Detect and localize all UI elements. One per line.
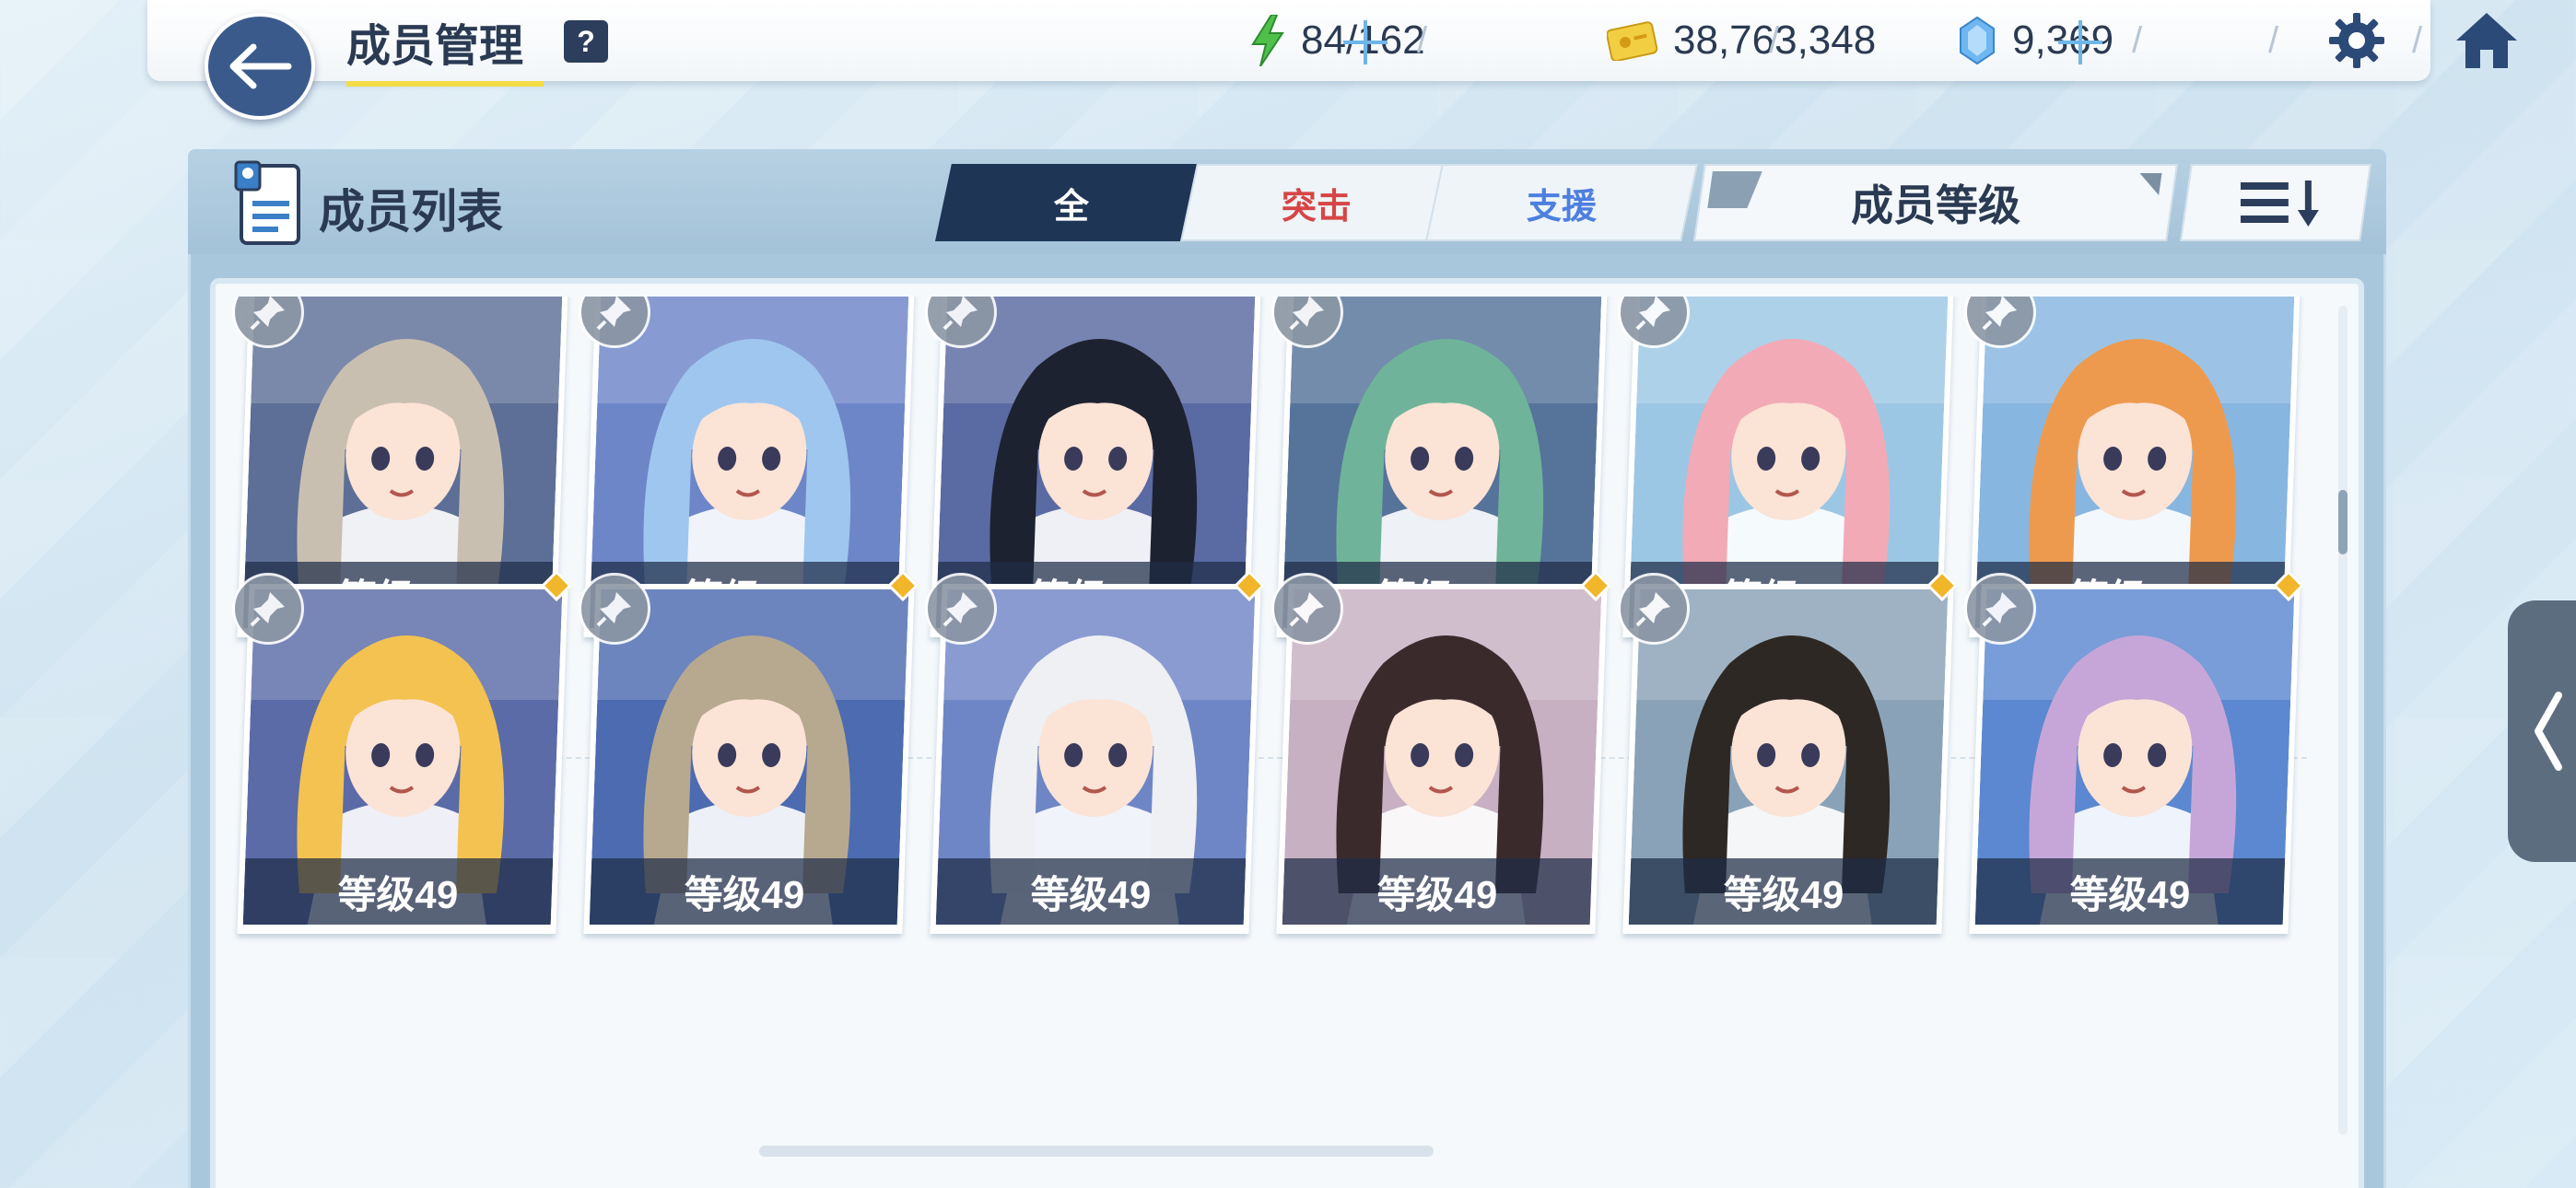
tab-assault[interactable]: 突击 <box>1180 164 1453 241</box>
member-art: 等级49 <box>1628 297 1949 628</box>
member-row: 等级49 等级49 等级49 等级49 等级49 等级49 <box>232 570 2322 1000</box>
add-gem-button[interactable] <box>2053 15 2108 70</box>
chevron-left-icon <box>2535 692 2562 771</box>
member-name <box>590 954 908 1000</box>
member-name <box>936 954 1255 1000</box>
member-art: 等级49 <box>1974 589 2295 925</box>
member-art: 等级49 <box>242 297 563 628</box>
member-card[interactable]: 等级49 <box>232 570 572 1000</box>
dropdown-corner-icon <box>2137 173 2162 195</box>
tab-all[interactable]: 全 <box>935 164 1208 241</box>
member-art: 等级49 <box>1974 297 2295 628</box>
member-name <box>1282 954 1601 1000</box>
member-art: 等级49 <box>589 589 909 925</box>
member-card[interactable]: 等级49 <box>1271 570 1611 1000</box>
sort-order-button[interactable] <box>2180 164 2371 241</box>
pin-icon[interactable] <box>579 573 650 645</box>
gear-icon[interactable] <box>2327 11 2386 70</box>
horizontal-scrollbar[interactable] <box>759 1146 1434 1157</box>
pin-icon[interactable] <box>232 573 304 645</box>
member-list-icon <box>234 160 300 245</box>
separator: / <box>2412 20 2423 61</box>
level-label: 等级49 <box>1974 858 2286 925</box>
sort-select[interactable]: 成员等级 <box>1693 164 2178 241</box>
credit-card-icon <box>1607 21 1658 61</box>
page-title: 成员管理 <box>346 9 544 87</box>
arrow-left-icon <box>229 43 292 89</box>
member-card[interactable]: 等级49 <box>579 570 919 1000</box>
member-art: 等级49 <box>1628 589 1949 925</box>
tab-support[interactable]: 支援 <box>1425 164 1698 241</box>
member-art: 等级49 <box>935 297 1256 628</box>
member-card[interactable]: 等级49 <box>1618 570 1958 1000</box>
level-label: 等级49 <box>589 858 900 925</box>
pin-icon[interactable] <box>925 573 997 645</box>
separator: / <box>2268 20 2279 61</box>
crystal-icon <box>1960 16 1995 65</box>
pin-icon[interactable] <box>1618 573 1690 645</box>
credit-display: 38,763,348 <box>1607 13 1876 68</box>
vertical-scrollbar[interactable] <box>2338 306 2348 1135</box>
separator: / <box>1417 20 1428 61</box>
panel-title: 成员列表 <box>319 186 503 238</box>
member-art: 等级49 <box>589 297 909 628</box>
separator: / <box>2132 20 2143 61</box>
back-button[interactable] <box>205 13 315 120</box>
level-label: 等级49 <box>935 858 1247 925</box>
member-list-panel: 成员列表 全 突击 支援 成员等级 等级49茜等级49千世等级49椿等级49红叶… <box>188 149 2386 1188</box>
scrollbar-thumb[interactable] <box>2338 490 2348 554</box>
member-card[interactable]: 等级49 <box>925 570 1265 1000</box>
member-name <box>1975 954 2294 1000</box>
add-ap-button[interactable] <box>1338 15 1393 70</box>
pin-icon[interactable] <box>1271 573 1343 645</box>
separator: / <box>1769 20 1780 61</box>
member-art: 等级49 <box>1282 589 1602 925</box>
member-art: 等级49 <box>242 589 563 925</box>
member-name <box>243 954 562 1000</box>
sort-order-icon <box>2240 181 2319 227</box>
level-label: 等级49 <box>242 858 554 925</box>
member-card[interactable]: 等级49 <box>1964 570 2304 1000</box>
lightning-icon <box>1251 15 1284 66</box>
member-art: 等级49 <box>935 589 1256 925</box>
member-grid: 等级49茜等级49千世等级49椿等级49红叶等级49芹娜等级49玛丽 等级49等… <box>216 297 2335 1181</box>
level-label: 等级49 <box>1282 858 1593 925</box>
member-art: 等级49 <box>1282 297 1602 628</box>
home-icon[interactable] <box>2454 9 2519 72</box>
help-button[interactable]: ? <box>564 20 608 63</box>
level-label: 等级49 <box>1628 858 1939 925</box>
member-grid-container: 等级49茜等级49千世等级49椿等级49红叶等级49芹娜等级49玛丽 等级49等… <box>210 278 2364 1188</box>
panel-header: 成员列表 全 突击 支援 成员等级 <box>188 149 2386 254</box>
side-panel-toggle[interactable] <box>2508 600 2576 862</box>
role-filter-tabs: 全 突击 支援 <box>935 164 1698 241</box>
member-name <box>1629 954 1948 1000</box>
sort-label: 成员等级 <box>1851 181 2020 229</box>
pin-icon[interactable] <box>1964 573 2036 645</box>
